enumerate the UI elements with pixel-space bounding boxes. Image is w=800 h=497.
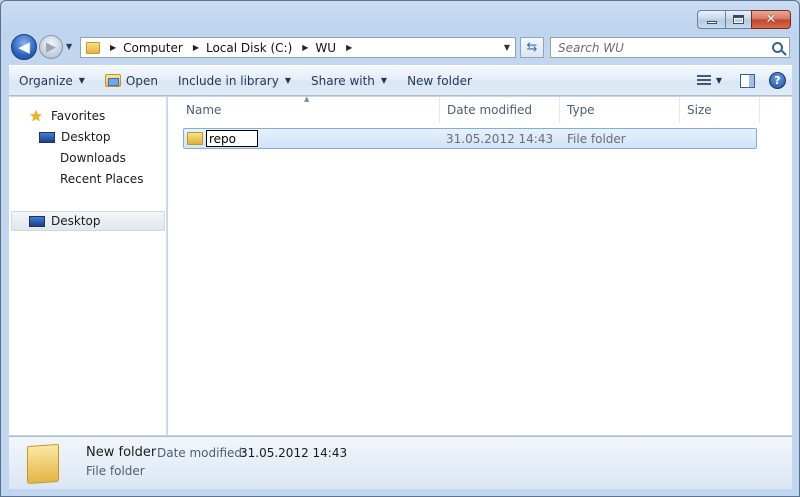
- new-folder-button[interactable]: New folder: [397, 69, 482, 93]
- navigation-pane: ★ Favorites Desktop Downloads Recent Pla…: [9, 97, 167, 435]
- sidebar-item-label: Recent Places: [60, 172, 144, 186]
- address-bar[interactable]: ▶ Computer ▶ Local Disk (C:) ▶ WU ▶ ▼: [80, 37, 516, 58]
- breadcrumb-separator-icon[interactable]: ▶: [346, 43, 352, 52]
- include-in-library-label: Include in library: [177, 73, 279, 88]
- breadcrumb-separator-icon[interactable]: ▶: [193, 43, 199, 52]
- open-button[interactable]: Open: [95, 69, 168, 93]
- sidebar-item-label: Downloads: [60, 151, 126, 165]
- close-icon: ✕: [765, 12, 777, 27]
- desktop-icon: [29, 215, 45, 227]
- command-bar: Organize ▼ Open Include in library ▼ Share…: [9, 65, 792, 96]
- column-size-label: Size: [687, 103, 712, 117]
- folder-icon: [27, 443, 59, 485]
- sidebar-item-downloads[interactable]: Downloads: [60, 148, 126, 168]
- folder-icon: [86, 41, 100, 54]
- sidebar-item-desktop[interactable]: Desktop: [39, 127, 111, 147]
- details-date-value: 31.05.2012 14:43: [240, 446, 348, 460]
- explorer-window: ✕ ◀ ▶ ▼ ▶ Computer ▶ Local Disk (C:) ▶ W…: [0, 0, 800, 497]
- column-size[interactable]: Size: [680, 97, 760, 123]
- details-type: File folder: [86, 464, 145, 478]
- caption-buttons: ✕: [697, 10, 791, 29]
- sidebar-item-recent-places[interactable]: Recent Places: [60, 169, 143, 189]
- column-date-modified[interactable]: Date modified: [440, 97, 560, 123]
- forward-arrow-icon: ▶: [46, 39, 56, 55]
- refresh-icon: ⇆: [526, 40, 538, 55]
- breadcrumb-separator-icon[interactable]: ▶: [302, 43, 308, 52]
- sidebar-item-favorites[interactable]: ★ Favorites: [27, 106, 105, 126]
- sort-ascending-icon: ▲: [304, 95, 310, 103]
- search-icon[interactable]: [772, 42, 783, 53]
- organize-button[interactable]: Organize ▼: [9, 69, 95, 93]
- close-button[interactable]: ✕: [751, 10, 791, 29]
- organize-label: Organize: [19, 73, 73, 88]
- desktop-icon: [39, 131, 55, 143]
- column-header: ▲ Name Date modified Type Size: [168, 95, 792, 123]
- back-arrow-icon: ◀: [18, 38, 30, 56]
- toolbar-right: ▼ ?: [696, 72, 792, 89]
- table-row[interactable]: repo 31.05.2012 14:43 File folder: [183, 128, 757, 149]
- column-type[interactable]: Type: [560, 97, 680, 123]
- chevron-down-icon: ▼: [380, 76, 388, 85]
- change-view-icon[interactable]: [696, 74, 711, 87]
- refresh-button[interactable]: ⇆: [520, 37, 544, 58]
- help-icon[interactable]: ?: [769, 72, 786, 89]
- maximize-button[interactable]: [725, 10, 751, 29]
- chevron-down-icon: ▼: [78, 76, 85, 85]
- minimize-icon: [706, 21, 717, 24]
- address-dropdown-icon[interactable]: ▼: [499, 43, 515, 52]
- file-list: ▲ Name Date modified Type Size repo 31.0…: [168, 95, 792, 435]
- maximize-icon: [733, 15, 744, 24]
- preview-pane-icon[interactable]: [740, 73, 755, 88]
- row-type: File folder: [567, 132, 626, 146]
- sidebar-item-label: Favorites: [51, 109, 106, 123]
- column-name[interactable]: ▲ Name: [168, 95, 440, 123]
- new-folder-label: New folder: [407, 73, 472, 88]
- open-label: Open: [125, 73, 158, 88]
- forward-button[interactable]: ▶: [39, 35, 63, 59]
- breadcrumb-local-disk[interactable]: Local Disk (C:): [206, 41, 292, 55]
- share-with-label: Share with: [311, 73, 375, 88]
- include-in-library-button[interactable]: Include in library ▼: [168, 69, 301, 93]
- details-date-label: Date modified:: [157, 446, 247, 460]
- column-date-label: Date modified: [447, 103, 533, 117]
- search-input[interactable]: Search WU: [558, 41, 624, 55]
- breadcrumb-separator-icon[interactable]: ▶: [110, 43, 116, 52]
- sidebar-item-label: Desktop: [51, 214, 101, 228]
- breadcrumb-wu[interactable]: WU: [315, 41, 336, 55]
- share-with-button[interactable]: Share with ▼: [301, 69, 397, 93]
- folder-icon: [187, 132, 203, 145]
- details-name: New folder: [86, 445, 157, 460]
- details-pane: New folder Date modified: 31.05.2012 14:…: [9, 436, 792, 489]
- minimize-button[interactable]: [697, 10, 725, 29]
- row-date-modified: 31.05.2012 14:43: [446, 132, 554, 146]
- column-name-label: Name: [186, 103, 222, 117]
- sidebar-item-label: Desktop: [61, 130, 111, 144]
- star-icon: ★: [29, 107, 43, 125]
- chevron-down-icon: ▼: [284, 76, 291, 85]
- recent-pages-dropdown[interactable]: ▼: [66, 42, 72, 51]
- views-chevron-down-icon[interactable]: ▼: [716, 76, 722, 85]
- rename-input[interactable]: repo: [206, 130, 258, 147]
- open-icon: [104, 74, 121, 87]
- search-box[interactable]: Search WU: [550, 37, 790, 58]
- breadcrumb-computer[interactable]: Computer: [123, 41, 183, 55]
- column-type-label: Type: [567, 103, 595, 117]
- sidebar-item-desktop-root[interactable]: Desktop: [29, 211, 101, 231]
- back-button[interactable]: ◀: [11, 34, 37, 60]
